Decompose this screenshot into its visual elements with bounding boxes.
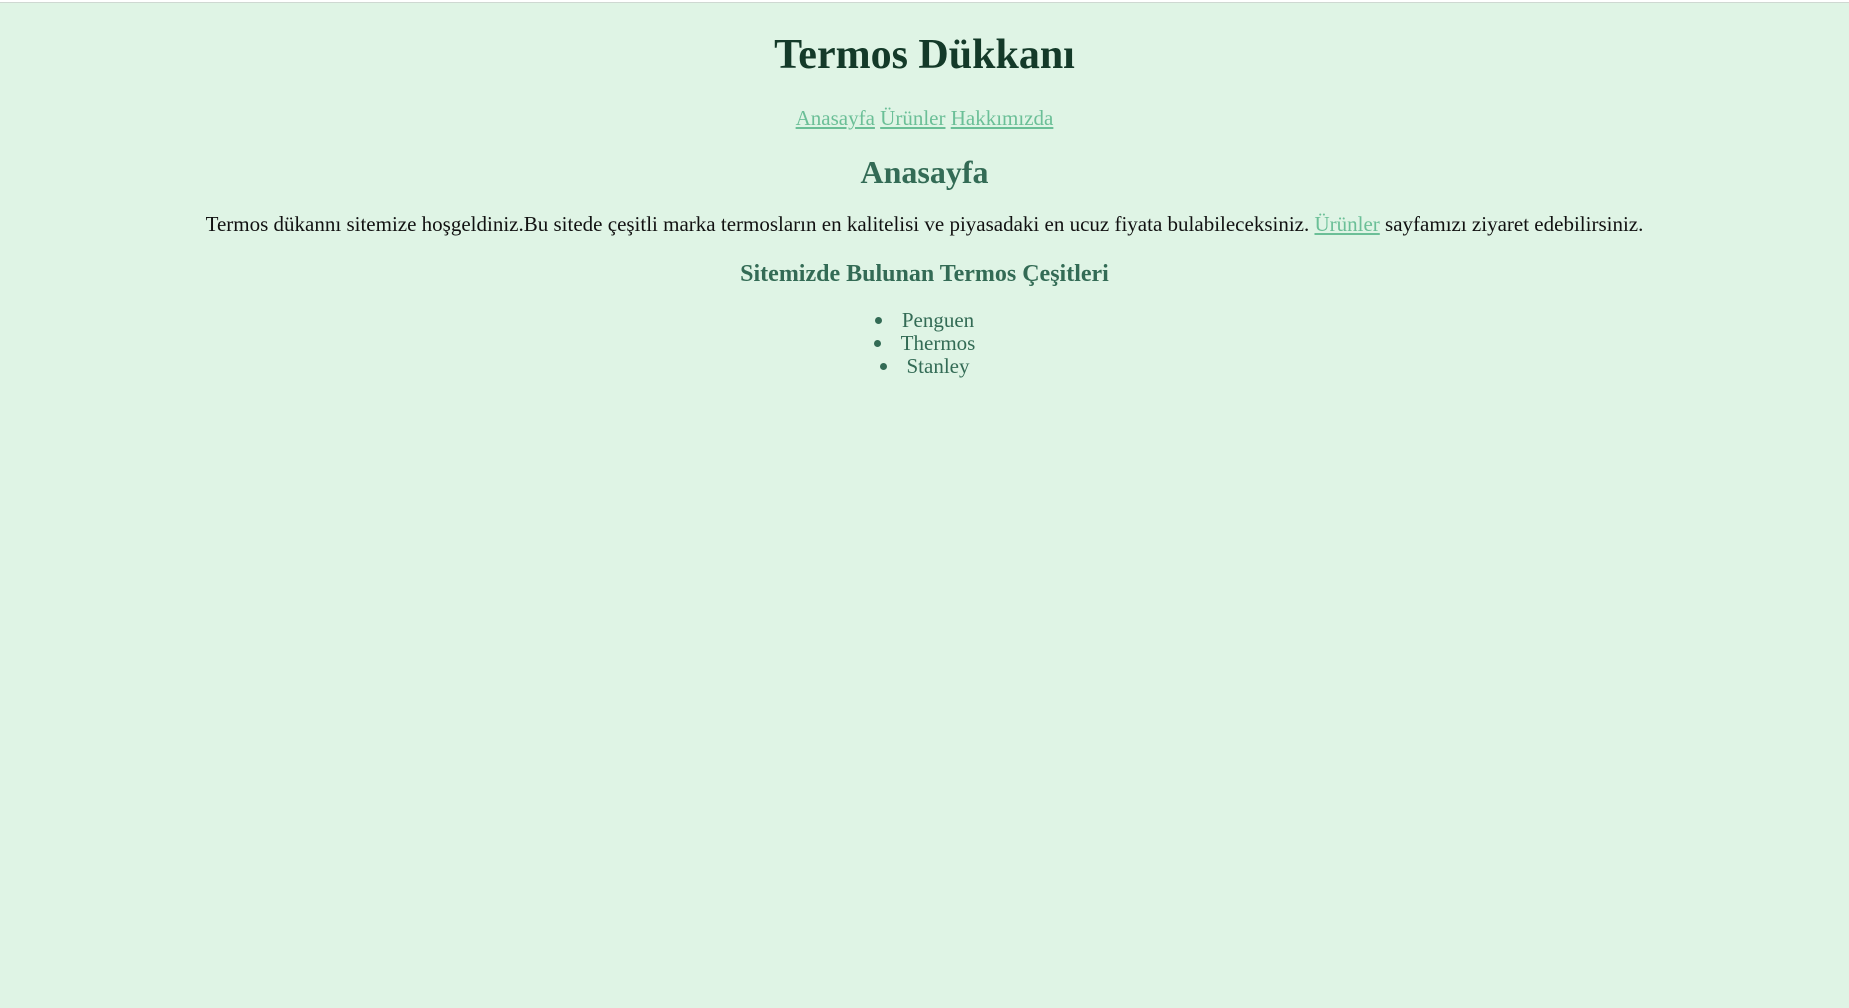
- section-heading: Sitemizde Bulunan Termos Çeşitleri: [740, 261, 1109, 287]
- bullet-icon: [879, 362, 887, 370]
- nav-link-hakkimizda[interactable]: Hakkımızda: [951, 106, 1054, 130]
- list-item: Thermos: [0, 332, 1849, 355]
- page-body: Termos Dükkanı Anasayfa Ürünler Hakkımız…: [0, 2, 1849, 1008]
- list-item: Penguen: [0, 309, 1849, 332]
- bullet-icon: [873, 339, 881, 347]
- bullet-icon: [874, 316, 882, 324]
- page-heading: Anasayfa: [860, 154, 989, 190]
- intro-text-end: sayfamızı ziyaret edebilirsiniz.: [1385, 212, 1644, 236]
- intro-text-start: Termos dükannı sitemize hoşgeldiniz.Bu s…: [205, 212, 1310, 236]
- brand-label: Penguen: [901, 308, 975, 332]
- intro-paragraph: Termos dükannı sitemize hoşgeldiniz.Bu s…: [0, 211, 1849, 237]
- nav-link-urunler[interactable]: Ürünler: [880, 106, 945, 130]
- brand-label: Thermos: [900, 331, 976, 355]
- list-item: Stanley: [0, 355, 1849, 378]
- brand-list: Penguen Thermos Stanley: [0, 309, 1849, 378]
- intro-products-link[interactable]: Ürünler: [1314, 212, 1379, 236]
- site-title: Termos Dükkanı: [774, 32, 1075, 78]
- nav-link-anasayfa[interactable]: Anasayfa: [796, 106, 875, 130]
- main-nav: Anasayfa Ürünler Hakkımızda: [0, 105, 1849, 131]
- brand-label: Stanley: [906, 354, 970, 378]
